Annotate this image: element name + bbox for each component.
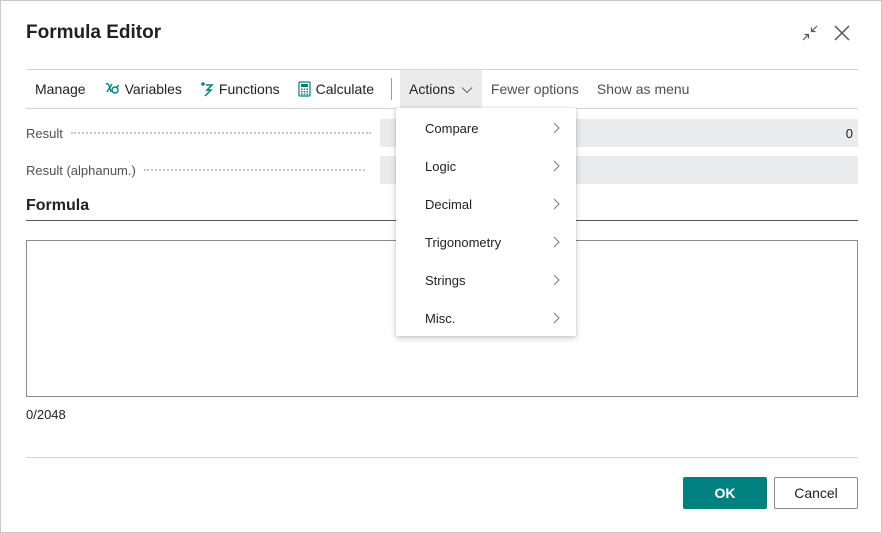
leader-dots — [70, 132, 371, 134]
close-button[interactable] — [830, 21, 854, 45]
fewer-options-label: Fewer options — [490, 81, 579, 97]
functions-label: Functions — [218, 81, 280, 97]
fewer-options-button[interactable]: Fewer options — [482, 70, 588, 108]
calculator-icon — [298, 81, 311, 97]
actions-dropdown-menu: Compare Logic Decimal Trigonometry Strin… — [396, 108, 576, 336]
action-toolbar: Manage Variables Functions Calculate Act… — [26, 70, 698, 108]
dialog-title: Formula Editor — [26, 22, 162, 43]
menu-item-misc[interactable]: Misc. — [396, 299, 576, 337]
chevron-down-icon — [461, 81, 473, 97]
menu-item-trigonometry[interactable]: Trigonometry — [396, 223, 576, 261]
chevron-right-icon — [553, 312, 560, 324]
close-icon — [833, 24, 851, 42]
menu-item-label: Misc. — [425, 310, 456, 326]
variables-button[interactable]: Variables — [95, 70, 191, 108]
menu-item-label: Decimal — [425, 196, 472, 212]
chevron-right-icon — [553, 274, 560, 286]
actions-menu-button[interactable]: Actions — [400, 70, 482, 108]
menu-item-label: Compare — [425, 120, 479, 136]
character-counter: 0/2048 — [26, 407, 66, 422]
variables-icon — [104, 81, 120, 97]
footer-divider — [26, 457, 858, 458]
leader-dots — [143, 169, 365, 171]
variables-label: Variables — [124, 81, 182, 97]
menu-item-strings[interactable]: Strings — [396, 261, 576, 299]
show-as-menu-label: Show as menu — [596, 81, 690, 97]
menu-item-label: Strings — [425, 272, 466, 288]
functions-button[interactable]: Functions — [191, 70, 289, 108]
collapse-button[interactable] — [798, 21, 822, 45]
menu-item-label: Trigonometry — [425, 234, 502, 250]
collapse-arrows-icon — [801, 24, 819, 42]
cancel-button[interactable]: Cancel — [774, 477, 858, 509]
result-alphanum-label: Result (alphanum.) — [26, 162, 136, 178]
formula-section-title: Formula — [26, 197, 90, 214]
actions-label: Actions — [409, 81, 455, 97]
manage-label: Manage — [35, 81, 86, 97]
chevron-right-icon — [553, 122, 560, 134]
calculate-button[interactable]: Calculate — [289, 70, 383, 108]
formula-editor-dialog: Formula Editor Manage Variables Function… — [0, 0, 882, 533]
chevron-right-icon — [553, 236, 560, 248]
menu-item-decimal[interactable]: Decimal — [396, 185, 576, 223]
chevron-right-icon — [553, 198, 560, 210]
manage-button[interactable]: Manage — [26, 70, 95, 108]
ok-button[interactable]: OK — [683, 477, 767, 509]
chevron-right-icon — [553, 160, 560, 172]
toolbar-separator — [391, 78, 392, 100]
functions-icon — [200, 81, 214, 97]
calculate-label: Calculate — [315, 81, 374, 97]
menu-item-label: Logic — [425, 158, 457, 174]
menu-item-logic[interactable]: Logic — [396, 147, 576, 185]
result-label: Result — [26, 125, 63, 141]
show-as-menu-button[interactable]: Show as menu — [588, 70, 699, 108]
menu-item-compare[interactable]: Compare — [396, 109, 576, 147]
